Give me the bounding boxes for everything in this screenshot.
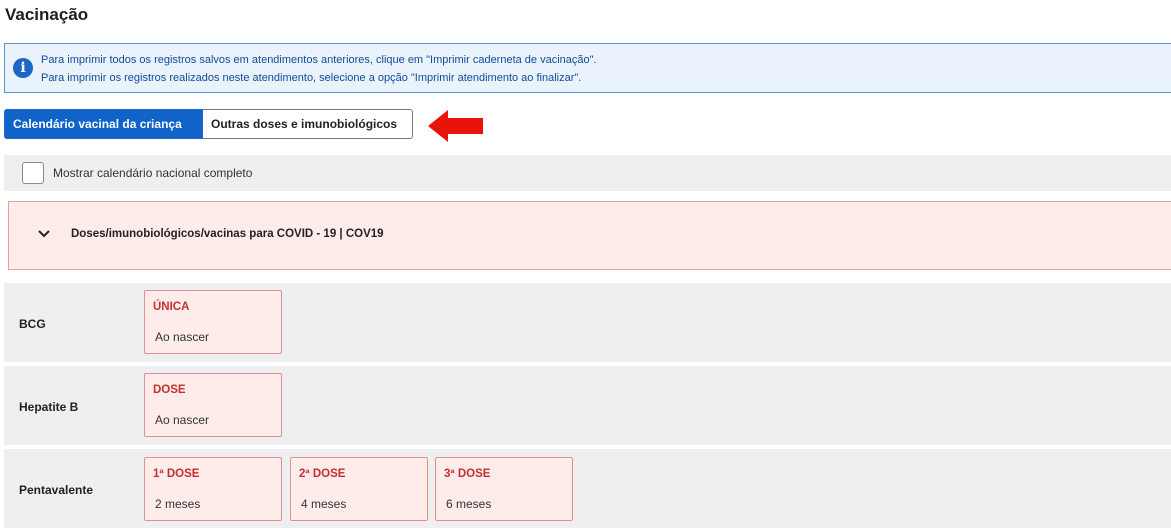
info-text-line-1: Para imprimir todos os registros salvos … [41,54,597,66]
tab-outras-doses[interactable]: Outras doses e imunobiológicos [203,109,413,139]
dose-age: 2 meses [155,497,201,511]
vaccine-name: BCG [19,317,46,331]
dose-card[interactable]: DOSE Ao nascer [144,373,282,437]
show-full-calendar-checkbox[interactable] [22,162,44,184]
vaccine-row-bcg: BCG ÚNICA Ao nascer [4,283,1171,362]
calendar-toggle-bar: Mostrar calendário nacional completo [4,155,1171,191]
info-icon: i [13,58,33,78]
dose-title: 1ª DOSE [153,468,200,480]
dose-title: 2ª DOSE [299,468,346,480]
vaccine-name: Hepatite B [19,400,79,414]
tab-group: Calendário vacinal da criança Outras dos… [4,109,413,139]
covid-accordion-label: Doses/imunobiológicos/vacinas para COVID… [71,228,384,240]
info-text-line-2: Para imprimir os registros realizados ne… [41,72,582,84]
vaccine-name: Pentavalente [19,483,94,497]
dose-title: ÚNICA [153,301,190,313]
covid-accordion[interactable]: Doses/imunobiológicos/vacinas para COVID… [8,201,1171,270]
red-arrow-icon [428,110,483,142]
dose-title: 3ª DOSE [444,468,491,480]
dose-card[interactable]: 2ª DOSE 4 meses [290,457,428,521]
dose-title: DOSE [153,384,186,396]
dose-age: Ao nascer [155,413,210,427]
vaccine-row-pentavalente: Pentavalente 1ª DOSE 2 meses 2ª DOSE 4 m… [4,449,1171,528]
dose-age: 4 meses [301,497,347,511]
dose-card[interactable]: 3ª DOSE 6 meses [435,457,573,521]
page-title: Vacinação [5,5,89,24]
chevron-down-icon [38,230,50,238]
info-alert: i Para imprimir todos os registros salvo… [4,43,1171,93]
dose-card[interactable]: 1ª DOSE 2 meses [144,457,282,521]
dose-age: 6 meses [446,497,492,511]
tab-calendario-vacinal[interactable]: Calendário vacinal da criança [4,109,203,139]
vaccine-row-hepatite-b: Hepatite B DOSE Ao nascer [4,366,1171,445]
show-full-calendar-label[interactable]: Mostrar calendário nacional completo [53,166,252,180]
dose-age: Ao nascer [155,330,210,344]
dose-card[interactable]: ÚNICA Ao nascer [144,290,282,354]
